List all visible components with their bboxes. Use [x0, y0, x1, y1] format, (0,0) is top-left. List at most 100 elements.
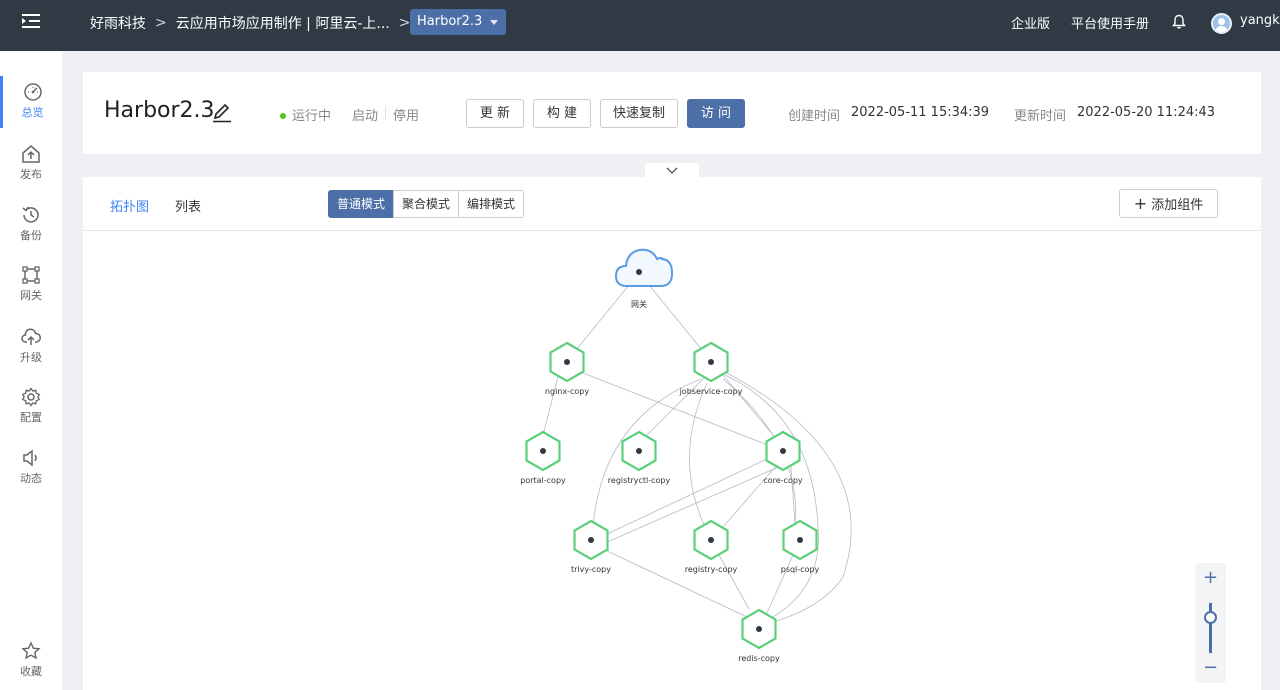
upgrade-icon	[21, 328, 41, 345]
edge	[542, 376, 559, 436]
breadcrumb-separator: >	[398, 14, 411, 31]
sidebar-item-label: 升级	[20, 351, 42, 364]
edge	[722, 464, 778, 528]
zoom-slider-handle[interactable]	[1204, 611, 1217, 624]
updated-label: 更新时间	[1014, 109, 1067, 124]
sidebar-item-upgrade[interactable]: 升级	[0, 321, 62, 373]
breadcrumb-separator: >	[155, 14, 167, 31]
edge	[689, 382, 708, 528]
publish-icon	[22, 145, 40, 163]
sidebar-item-gateway[interactable]: 网关	[0, 259, 62, 311]
sidebar-item-label: 动态	[20, 472, 42, 485]
dashboard-icon	[23, 83, 42, 101]
node-label: jobservice-copy	[679, 387, 743, 396]
node-dot	[636, 269, 642, 275]
edge	[718, 554, 750, 610]
component-node-psql[interactable]: psql-copy	[781, 519, 820, 574]
node-label: trivy-copy	[571, 565, 611, 574]
sidebar-item-label: 配置	[20, 411, 42, 424]
node-dot	[636, 448, 642, 454]
sidebar-item-overview[interactable]: 总览	[0, 76, 62, 128]
sidebar: 总览 发布 备份 网关 升级 配置 动态 收藏	[0, 51, 62, 690]
node-label: portal-copy	[520, 476, 566, 485]
zoom-control: + −	[1195, 563, 1226, 683]
app-selector-label: Harbor2.3	[417, 14, 483, 29]
sidebar-item-label: 备份	[20, 229, 42, 242]
node-label: 网关	[631, 299, 647, 309]
collapse-toggle[interactable]	[645, 163, 699, 178]
edge	[724, 374, 819, 618]
component-node-registry[interactable]: registry-copy	[685, 519, 738, 574]
zoom-in-button[interactable]: +	[1195, 567, 1226, 588]
breadcrumb-team[interactable]: 好雨科技	[90, 13, 146, 33]
edge	[722, 374, 774, 436]
node-dot	[708, 359, 714, 365]
app-selector[interactable]: Harbor2.3	[410, 9, 507, 35]
edit-icon[interactable]	[211, 103, 233, 123]
component-node-redis[interactable]: redis-copy	[738, 608, 780, 663]
status-dot	[280, 112, 286, 119]
updated-value: 2022-05-20 11:24:43	[1077, 105, 1216, 120]
edge	[604, 456, 772, 536]
top-bar: 好雨科技 > 云应用市场应用制作 | 阿里云-上... > Harbor2.3 …	[0, 0, 1280, 51]
visit-button[interactable]: 访 问	[687, 99, 745, 128]
edge	[766, 554, 794, 614]
topology-card: 拓扑图 列表 普通模式 聚合模式 编排模式 + 添加组件 网关 nginx-co…	[83, 177, 1261, 690]
component-node-registryctl[interactable]: registryctl-copy	[608, 430, 671, 485]
username[interactable]: yangk	[1240, 13, 1280, 28]
speaker-icon	[23, 449, 37, 467]
created-label: 创建时间	[788, 109, 841, 124]
node-dot	[708, 537, 714, 543]
component-node-nginx[interactable]: nginx-copy	[545, 341, 589, 396]
start-link[interactable]: 启动	[352, 105, 378, 124]
link-divider	[385, 107, 386, 119]
bell-icon[interactable]	[1172, 14, 1186, 30]
quick-copy-button[interactable]: 快速复制	[600, 99, 678, 128]
edge	[726, 372, 852, 623]
node-dot	[780, 448, 786, 454]
zoom-out-button[interactable]: −	[1195, 657, 1226, 678]
update-button[interactable]: 更 新	[466, 99, 524, 128]
sidebar-item-favorite[interactable]: 收藏	[0, 635, 62, 687]
manual-link[interactable]: 平台使用手册	[1071, 13, 1149, 32]
sidebar-item-label: 网关	[20, 289, 42, 302]
sidebar-item-activity[interactable]: 动态	[0, 442, 62, 494]
sidebar-item-backup[interactable]: 备份	[0, 199, 62, 251]
chevron-down-icon	[490, 20, 499, 25]
component-node-core[interactable]: core-copy	[763, 430, 803, 485]
node-label: registry-copy	[685, 565, 738, 574]
component-node-portal[interactable]: portal-copy	[520, 430, 566, 485]
breadcrumb: 好雨科技 > 云应用市场应用制作 | 阿里云-上... >	[90, 0, 420, 45]
node-label: redis-copy	[738, 654, 780, 663]
breadcrumb-project[interactable]: 云应用市场应用制作 | 阿里云-上...	[176, 13, 390, 33]
sidebar-item-label: 总览	[21, 106, 44, 119]
stop-link[interactable]: 停用	[393, 105, 419, 124]
chevron-down-icon	[666, 167, 678, 174]
sidebar-item-publish[interactable]: 发布	[0, 138, 62, 190]
component-node-trivy[interactable]: trivy-copy	[571, 519, 611, 574]
sidebar-item-config[interactable]: 配置	[0, 381, 62, 433]
status-badge: 运行中	[280, 105, 331, 124]
enterprise-link[interactable]: 企业版	[1011, 13, 1050, 32]
build-button[interactable]: 构 建	[533, 99, 591, 128]
avatar[interactable]	[1211, 13, 1232, 34]
status-text: 运行中	[292, 109, 332, 124]
gateway-icon	[22, 266, 40, 284]
node-label: nginx-copy	[545, 387, 589, 396]
cloud-icon	[614, 248, 674, 287]
edge	[602, 548, 750, 619]
node-dot	[540, 448, 546, 454]
node-dot	[797, 537, 803, 543]
star-icon	[21, 641, 41, 660]
node-label: registryctl-copy	[608, 476, 671, 485]
component-node-jobservice[interactable]: jobservice-copy	[679, 341, 743, 396]
menu-toggle-icon[interactable]	[22, 13, 40, 29]
gear-icon	[21, 387, 41, 407]
topology-graph: 网关 nginx-copy jobservice-copy portal-cop…	[520, 248, 852, 663]
node-dot	[588, 537, 594, 543]
sidebar-item-label: 收藏	[20, 665, 42, 678]
edge	[582, 372, 784, 452]
gateway-node[interactable]: 网关	[614, 248, 674, 309]
node-dot	[756, 626, 762, 632]
created-value: 2022-05-11 15:34:39	[851, 105, 990, 120]
